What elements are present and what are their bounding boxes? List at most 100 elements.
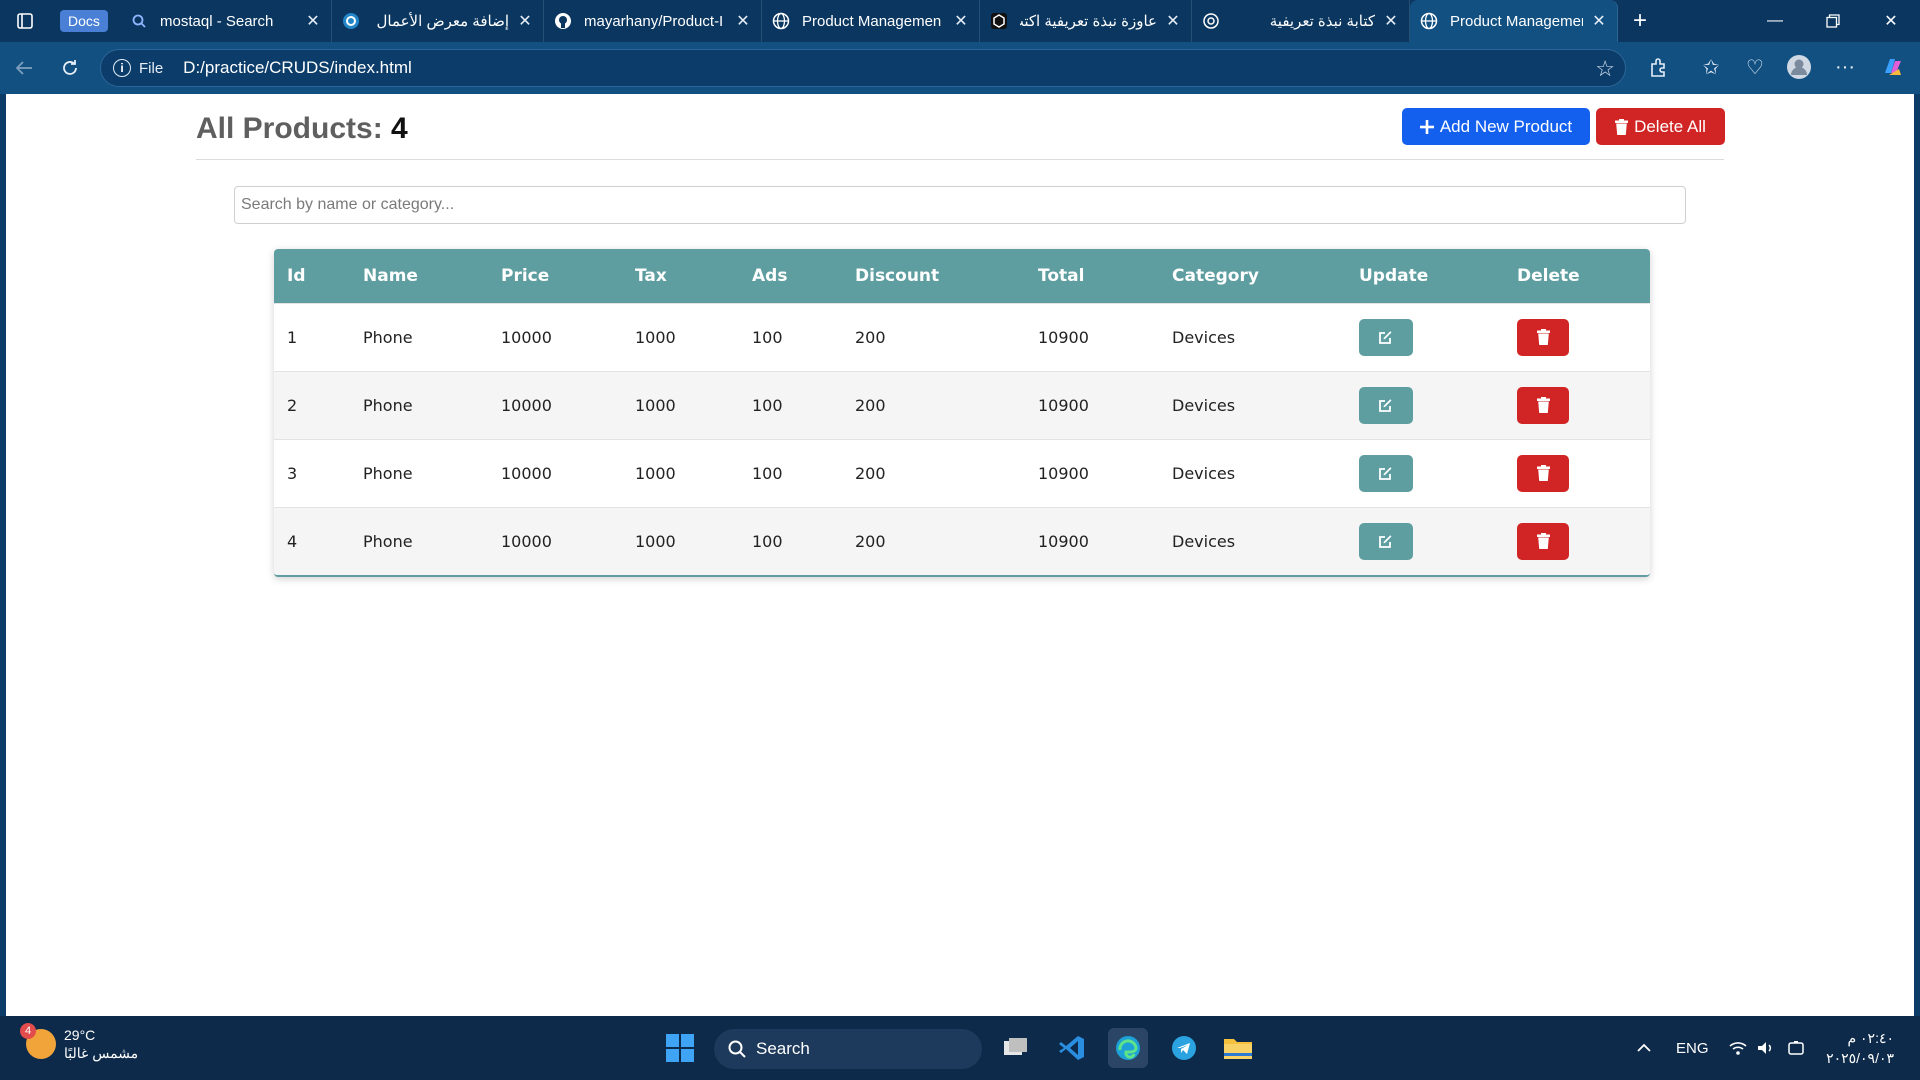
delete-button[interactable] bbox=[1517, 454, 1569, 492]
close-icon[interactable]: ✕ bbox=[1591, 11, 1607, 31]
weather-temperature: 29°C bbox=[64, 1027, 96, 1043]
search-input[interactable] bbox=[234, 186, 1686, 224]
tab-mostaql-portfolio[interactable]: إضافة معرض الأعمال ✕ bbox=[332, 0, 544, 42]
profile-avatar-icon[interactable] bbox=[1784, 52, 1814, 82]
cell-ads: 100 bbox=[752, 531, 783, 551]
tab-label: Product Managemen bbox=[802, 12, 942, 30]
weather-badge: 4 bbox=[20, 1023, 36, 1039]
add-button-label: Add New Product bbox=[1439, 116, 1573, 136]
close-icon[interactable]: ✕ bbox=[1165, 11, 1181, 31]
favorite-star-icon[interactable]: ☆ bbox=[1595, 56, 1615, 82]
tab-label: كتابة نبذة تعريفية bbox=[1269, 13, 1375, 30]
column-header-update: Update bbox=[1359, 265, 1429, 286]
new-tab-button[interactable]: + bbox=[1618, 0, 1662, 42]
edge-icon[interactable] bbox=[1108, 1028, 1148, 1068]
taskbar-clock[interactable]: ٠٢:٤٠ م ٢٠٢٥/٠٩/٠٣ bbox=[1826, 1028, 1894, 1068]
column-header-id: Id bbox=[287, 265, 306, 286]
back-icon[interactable] bbox=[2, 46, 46, 90]
extensions-icon[interactable] bbox=[1644, 52, 1674, 82]
tab-product-management-active[interactable]: Product Managemen ✕ bbox=[1410, 0, 1618, 42]
update-button[interactable] bbox=[1359, 454, 1413, 492]
products-table-wrapper: Id Name Price Tax Ads Discount Total Cat… bbox=[274, 249, 1650, 577]
cell-discount: 200 bbox=[855, 531, 886, 551]
add-new-product-button[interactable]: Add New Product bbox=[1402, 108, 1590, 145]
tab-docs[interactable]: Docs bbox=[50, 0, 120, 42]
tab-chatgpt[interactable]: كتابة نبذة تعريفية ✕ bbox=[1192, 0, 1410, 42]
browser-essentials-icon[interactable]: ♡ bbox=[1740, 52, 1770, 82]
column-header-discount: Discount bbox=[855, 265, 940, 286]
task-view-icon[interactable] bbox=[996, 1028, 1036, 1068]
tray-overflow-icon[interactable] bbox=[1636, 1016, 1652, 1080]
column-header-tax: Tax bbox=[635, 265, 667, 286]
cell-total: 10900 bbox=[1038, 327, 1089, 347]
cell-total: 10900 bbox=[1038, 531, 1089, 551]
windows-taskbar: 4 29°C مشمس غالبًا Search ENG ٠٢:٤٠ م ٢٠… bbox=[0, 1016, 1920, 1080]
tab-label: mayarhany/Product-I bbox=[584, 12, 724, 30]
volume-icon[interactable] bbox=[1756, 1016, 1776, 1080]
taskbar-search[interactable]: Search bbox=[714, 1029, 982, 1069]
favorites-icon[interactable]: ✩ bbox=[1696, 52, 1726, 82]
close-icon[interactable]: ✕ bbox=[735, 11, 751, 31]
update-button[interactable] bbox=[1359, 522, 1413, 560]
taskbar-search-label: Search bbox=[756, 1039, 810, 1058]
cell-category: Devices bbox=[1172, 395, 1236, 415]
update-button[interactable] bbox=[1359, 318, 1413, 356]
cell-price: 10000 bbox=[501, 395, 552, 415]
wifi-icon[interactable] bbox=[1728, 1016, 1748, 1080]
cell-tax: 1000 bbox=[635, 531, 676, 551]
close-icon[interactable]: ✕ bbox=[305, 11, 321, 31]
tab-github[interactable]: mayarhany/Product-I ✕ bbox=[544, 0, 762, 42]
weather-description: مشمس غالبًا bbox=[64, 1045, 139, 1061]
delete-button[interactable] bbox=[1517, 318, 1569, 356]
address-bar[interactable]: i File D:/practice/CRUDS/index.html ☆ bbox=[100, 49, 1626, 87]
weather-widget[interactable]: 4 29°C مشمس غالبًا bbox=[20, 1023, 139, 1062]
delete-button[interactable] bbox=[1517, 386, 1569, 424]
telegram-icon[interactable] bbox=[1164, 1028, 1204, 1068]
close-icon[interactable]: ✕ bbox=[517, 11, 533, 31]
tab-chat[interactable]: عاوزة نبذة تعريفية اكتب ✕ bbox=[980, 0, 1192, 42]
cell-name: Phone bbox=[363, 327, 413, 347]
window-close-icon[interactable]: ✕ bbox=[1862, 0, 1920, 42]
battery-icon[interactable] bbox=[1786, 1016, 1806, 1080]
cell-discount: 200 bbox=[855, 327, 886, 347]
delete-all-label: Delete All bbox=[1634, 116, 1706, 136]
copilot-icon[interactable] bbox=[1878, 52, 1908, 82]
column-header-category: Category bbox=[1172, 265, 1259, 286]
tab-mostaql-search[interactable]: mostaql - Search ✕ bbox=[120, 0, 332, 42]
url-text[interactable]: D:/practice/CRUDS/index.html bbox=[183, 58, 412, 78]
info-icon[interactable]: i bbox=[113, 59, 131, 77]
tab-label: mostaql - Search bbox=[160, 12, 274, 30]
cell-category: Devices bbox=[1172, 531, 1236, 551]
trash-icon bbox=[1536, 397, 1550, 413]
cell-price: 10000 bbox=[501, 463, 552, 483]
file-explorer-icon[interactable] bbox=[1218, 1028, 1258, 1068]
start-windows-icon[interactable] bbox=[660, 1028, 700, 1068]
chatgpt-icon bbox=[1202, 12, 1220, 30]
page-title: All Products: 4 bbox=[196, 112, 408, 146]
edit-icon bbox=[1379, 467, 1392, 480]
cell-ads: 100 bbox=[752, 463, 783, 483]
cell-category: Devices bbox=[1172, 463, 1236, 483]
plus-icon bbox=[1419, 119, 1434, 134]
vscode-icon[interactable] bbox=[1052, 1028, 1092, 1068]
tab-product-management-1[interactable]: Product Managemen ✕ bbox=[762, 0, 980, 42]
more-options-icon[interactable]: ··· bbox=[1830, 52, 1860, 82]
refresh-icon[interactable] bbox=[48, 46, 92, 90]
minimize-icon[interactable]: ― bbox=[1746, 0, 1804, 42]
cell-update bbox=[1346, 303, 1504, 371]
delete-all-button[interactable]: Delete All bbox=[1596, 108, 1725, 145]
edit-icon bbox=[1379, 399, 1392, 412]
cell-delete bbox=[1504, 303, 1650, 371]
close-icon[interactable]: ✕ bbox=[953, 11, 969, 31]
update-button[interactable] bbox=[1359, 386, 1413, 424]
close-icon[interactable]: ✕ bbox=[1383, 11, 1399, 31]
cell-update bbox=[1346, 439, 1504, 507]
column-header-price: Price bbox=[501, 265, 550, 286]
column-header-delete: Delete bbox=[1517, 265, 1580, 286]
restore-icon[interactable] bbox=[1804, 0, 1862, 42]
cell-price: 10000 bbox=[501, 531, 552, 551]
delete-button[interactable] bbox=[1517, 522, 1569, 560]
language-indicator[interactable]: ENG bbox=[1676, 1016, 1709, 1080]
browser-tabstrip: Docs mostaql - Search ✕ إضافة معرض الأعم… bbox=[0, 0, 1920, 42]
tab-actions-button[interactable] bbox=[0, 0, 50, 42]
